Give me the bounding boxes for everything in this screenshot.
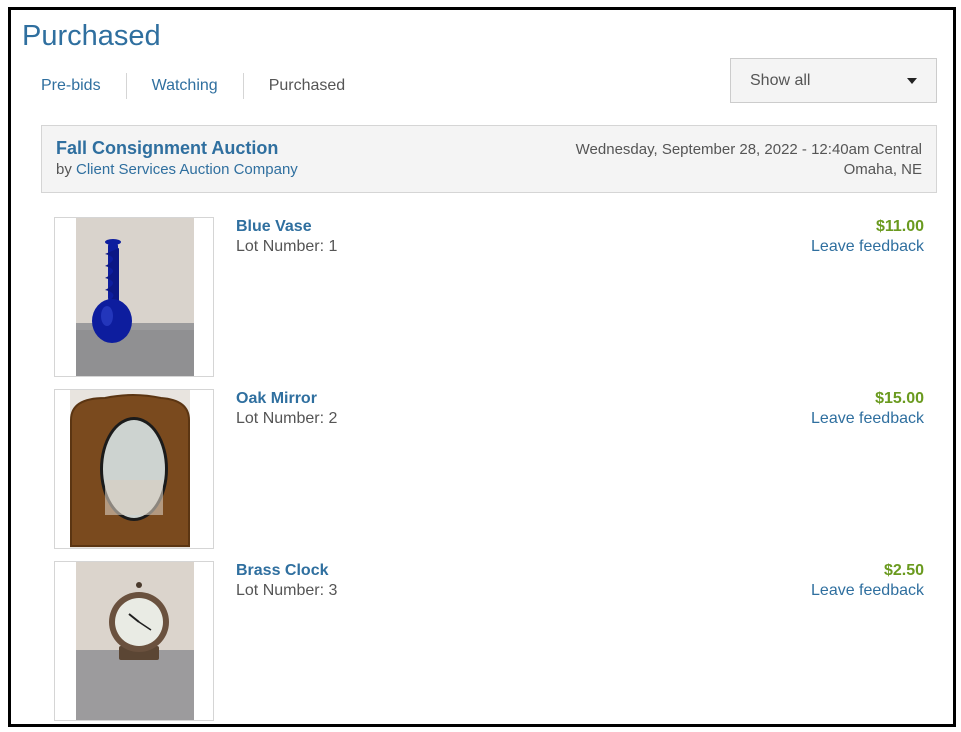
lot-name[interactable]: Oak Mirror	[236, 390, 317, 408]
lot-item: Oak Mirror Lot Number: 2 $15.00 Leave fe…	[54, 389, 924, 549]
lot-thumbnail[interactable]	[54, 389, 214, 549]
tab-pre-bids[interactable]: Pre-bids	[41, 72, 126, 100]
lot-price: $11.00	[875, 218, 924, 235]
lot-item: Brass Clock Lot Number: 3 $2.50 Leave fe…	[54, 561, 924, 721]
auction-byline: by Client Services Auction Company	[56, 161, 298, 178]
filter-dropdown[interactable]: Show all	[730, 58, 937, 103]
leave-feedback-link[interactable]: Leave feedback	[811, 410, 924, 428]
tab-bar: Pre-bids Watching Purchased	[41, 72, 370, 100]
lot-thumbnail[interactable]	[54, 561, 214, 721]
auction-name[interactable]: Fall Consignment Auction	[56, 138, 278, 159]
leave-feedback-link[interactable]: Leave feedback	[811, 238, 924, 256]
lot-thumbnail[interactable]	[54, 217, 214, 377]
brass-clock-image	[76, 562, 194, 720]
purchased-panel: Purchased Pre-bids Watching Purchased Sh…	[8, 7, 956, 727]
leave-feedback-link[interactable]: Leave feedback	[811, 582, 924, 600]
auction-datetime: Wednesday, September 28, 2022 - 12:40am …	[575, 141, 922, 158]
lot-price: $15.00	[875, 390, 924, 407]
lot-price: $2.50	[883, 562, 924, 579]
filter-selected-value: Show all	[750, 71, 811, 89]
lot-number: Lot Number: 3	[236, 582, 338, 599]
auction-location: Omaha, NE	[843, 161, 922, 178]
tab-watching[interactable]: Watching	[127, 72, 243, 100]
auction-header: Fall Consignment Auction by Client Servi…	[41, 125, 937, 193]
lot-item: Blue Vase Lot Number: 1 $11.00 Leave fee…	[54, 217, 924, 377]
lot-number: Lot Number: 2	[236, 410, 338, 427]
lot-name[interactable]: Brass Clock	[236, 562, 329, 580]
lot-number: Lot Number: 1	[236, 238, 338, 255]
oak-mirror-image	[70, 390, 190, 548]
lot-name[interactable]: Blue Vase	[236, 218, 312, 236]
auction-by-prefix: by	[56, 161, 72, 178]
blue-vase-image	[76, 218, 194, 376]
page-title: Purchased	[22, 20, 161, 52]
tab-purchased[interactable]: Purchased	[244, 72, 371, 100]
caret-down-icon	[907, 77, 917, 84]
auction-company-link[interactable]: Client Services Auction Company	[76, 161, 298, 178]
